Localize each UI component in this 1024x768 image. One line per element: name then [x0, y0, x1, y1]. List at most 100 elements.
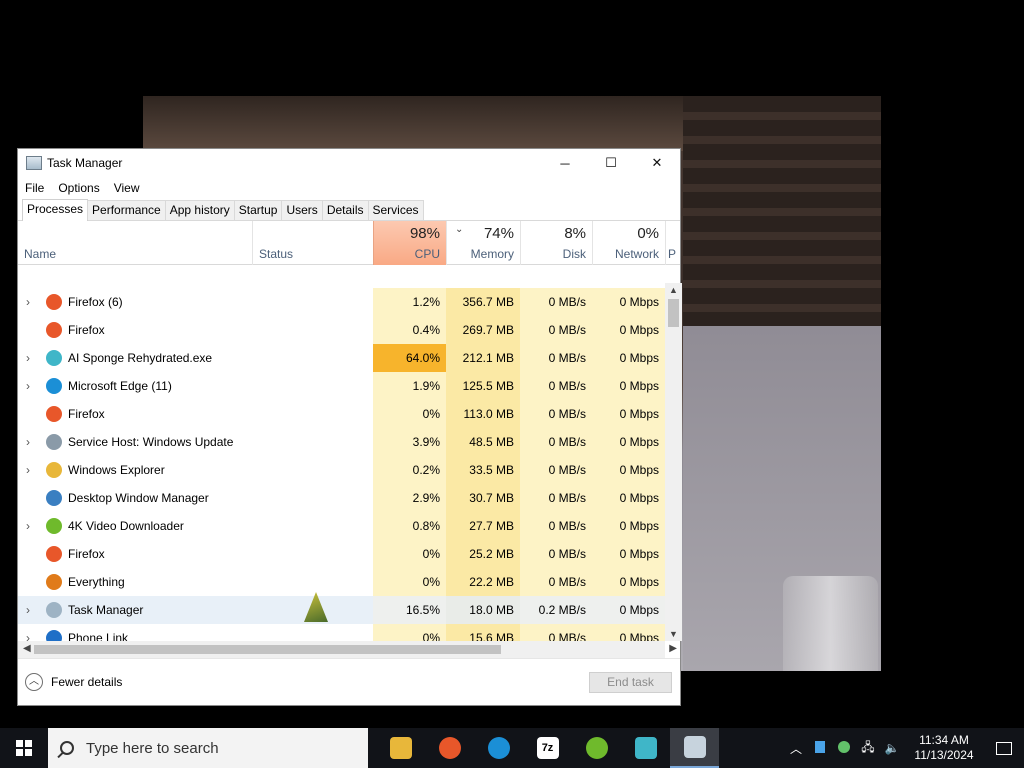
maximize-button[interactable]: ☐ [588, 149, 634, 177]
notification-center-button[interactable] [984, 741, 1024, 755]
process-disk: 0 MB/s [520, 344, 592, 372]
tab-services[interactable]: Services [367, 200, 424, 220]
process-disk: 0 MB/s [520, 512, 592, 540]
process-row[interactable]: › Task Manager 16.5% 18.0 MB 0.2 MB/s 0 Mbps [18, 596, 665, 624]
gear-icon [46, 434, 62, 450]
expand-chevron-icon[interactable]: › [26, 344, 36, 372]
tab-details[interactable]: Details [321, 200, 369, 220]
process-network: 0 Mbps [592, 596, 665, 624]
process-row[interactable]: › Service Host: Windows Update 3.9% 48.5 MB… [18, 428, 665, 456]
taskmanager-icon [46, 602, 62, 618]
menu-options[interactable]: Options [58, 181, 99, 195]
system-tray: ︿ 🖧 🔈 11:34 AM 11/13/2024 [784, 728, 1024, 768]
column-disk[interactable]: 8% Disk [520, 221, 592, 265]
taskbar-search[interactable]: Type here to search [48, 728, 368, 768]
volume-icon[interactable]: 🔈 [880, 741, 904, 755]
process-name: Phone Link [68, 631, 129, 641]
firefox-icon [46, 546, 62, 562]
tab-users[interactable]: Users [281, 200, 323, 220]
column-disk-label: Disk [562, 247, 586, 261]
taskbar-task-manager[interactable] [670, 728, 719, 768]
tab-performance[interactable]: Performance [87, 200, 166, 220]
process-cpu: 3.9% [373, 428, 446, 456]
minimize-button[interactable]: ─ [542, 149, 588, 177]
taskbar-edge[interactable] [474, 728, 523, 768]
process-row[interactable]: › AI Sponge Rehydrated.exe 64.0% 212.1 MB 0 … [18, 344, 665, 372]
start-button[interactable] [0, 728, 48, 768]
process-row[interactable]: Firefox 0.4% 269.7 MB 0 MB/s 0 Mbps [18, 316, 665, 344]
firefox-icon [46, 322, 62, 338]
menu-file[interactable]: File [25, 181, 44, 195]
process-network: 0 Mbps [592, 456, 665, 484]
tab-processes[interactable]: Processes [22, 199, 89, 221]
show-hidden-icons-icon[interactable]: ︿ [784, 740, 808, 757]
process-row[interactable]: Desktop Window Manager 2.9% 30.7 MB 0 MB/s 0… [18, 484, 665, 512]
expand-chevron-icon[interactable]: › [26, 596, 36, 624]
task-manager-icon [26, 156, 42, 170]
taskbar: Type here to search 7z ︿ 🖧 🔈 11:34 AM 11… [0, 728, 1024, 768]
scroll-left-icon[interactable]: ◀ [23, 643, 31, 654]
expand-chevron-icon[interactable]: › [26, 428, 36, 456]
edge-icon [487, 737, 510, 759]
network-icon[interactable]: 🖧 [856, 738, 880, 759]
expand-chevron-icon[interactable]: › [26, 288, 36, 316]
expand-chevron-icon[interactable]: › [26, 372, 36, 400]
expand-chevron-icon[interactable]: › [26, 512, 36, 540]
taskbar-7zip[interactable]: 7z [523, 728, 572, 768]
process-name: Task Manager [68, 603, 144, 617]
people-icon[interactable] [832, 740, 856, 756]
end-task-button[interactable]: End task [589, 672, 672, 693]
process-network: 0 Mbps [592, 372, 665, 400]
process-cpu: 0.2% [373, 456, 446, 484]
vertical-scrollbar[interactable]: ▲ ▼ [665, 283, 682, 641]
scroll-down-icon[interactable]: ▼ [669, 629, 678, 639]
process-cpu: 0% [373, 400, 446, 428]
column-name[interactable]: Name [18, 221, 252, 265]
taskbar-firefox[interactable] [425, 728, 474, 768]
process-disk: 0 MB/s [520, 428, 592, 456]
clock[interactable]: 11:34 AM 11/13/2024 [904, 733, 984, 763]
horizontal-scrollbar[interactable]: ◀ ▶ [18, 641, 677, 658]
process-row[interactable]: › Windows Explorer 0.2% 33.5 MB 0 MB/s 0 Mbps [18, 456, 665, 484]
tab-startup[interactable]: Startup [233, 200, 283, 220]
process-disk: 0 MB/s [520, 624, 592, 641]
tab-app-history[interactable]: App history [164, 200, 235, 220]
column-cpu-label: CPU [414, 247, 440, 261]
fewer-details-button[interactable]: ︿ Fewer details [25, 673, 122, 691]
process-row[interactable]: › Firefox (6) 1.2% 356.7 MB 0 MB/s 0 Mbps [18, 288, 665, 316]
column-network[interactable]: 0% Network [592, 221, 665, 265]
close-button[interactable]: ✕ [634, 149, 680, 177]
column-status[interactable]: Status [252, 221, 373, 265]
process-row[interactable]: › Microsoft Edge (11) 1.9% 125.5 MB 0 MB/s 0 … [18, 372, 665, 400]
tray-app-icon[interactable] [808, 740, 832, 756]
process-memory: 18.0 MB [446, 596, 520, 624]
process-cpu: 0% [373, 568, 446, 596]
process-row[interactable]: Everything 0% 22.2 MB 0 MB/s 0 Mbps [18, 568, 665, 596]
expand-chevron-icon[interactable]: › [26, 624, 36, 641]
process-row[interactable]: › Phone Link 0% 15.6 MB 0 MB/s 0 Mbps [18, 624, 665, 641]
column-power-partial[interactable]: P [665, 221, 682, 265]
process-network: 0 Mbps [592, 428, 665, 456]
scroll-up-icon[interactable]: ▲ [669, 285, 678, 295]
vertical-scroll-thumb[interactable] [668, 299, 679, 327]
process-row[interactable]: Firefox 0% 25.2 MB 0 MB/s 0 Mbps [18, 540, 665, 568]
scroll-right-icon[interactable]: ▶ [669, 643, 677, 654]
phone-icon [46, 630, 62, 641]
column-power-label: P [668, 247, 677, 261]
title-bar[interactable]: Task Manager ─ ☐ ✕ [18, 149, 680, 177]
menu-view[interactable]: View [114, 181, 140, 195]
taskbar-ai-sponge[interactable] [621, 728, 670, 768]
taskbar-file-explorer[interactable] [376, 728, 425, 768]
process-row[interactable]: › 4K Video Downloader 0.8% 27.7 MB 0 MB/s 0 M… [18, 512, 665, 540]
process-memory: 25.2 MB [446, 540, 520, 568]
tab-bar: Processes Performance App history Startu… [18, 199, 680, 221]
process-disk: 0 MB/s [520, 484, 592, 512]
column-memory[interactable]: ⌄ 74% Memory [446, 221, 520, 265]
process-row[interactable]: Firefox 0% 113.0 MB 0 MB/s 0 Mbps [18, 400, 665, 428]
column-cpu[interactable]: 98% CPU [373, 221, 446, 265]
firefox-icon [46, 406, 62, 422]
expand-chevron-icon[interactable]: › [26, 456, 36, 484]
horizontal-scroll-thumb[interactable] [34, 645, 501, 654]
process-name: Firefox [68, 407, 105, 421]
taskbar-4k-downloader[interactable] [572, 728, 621, 768]
